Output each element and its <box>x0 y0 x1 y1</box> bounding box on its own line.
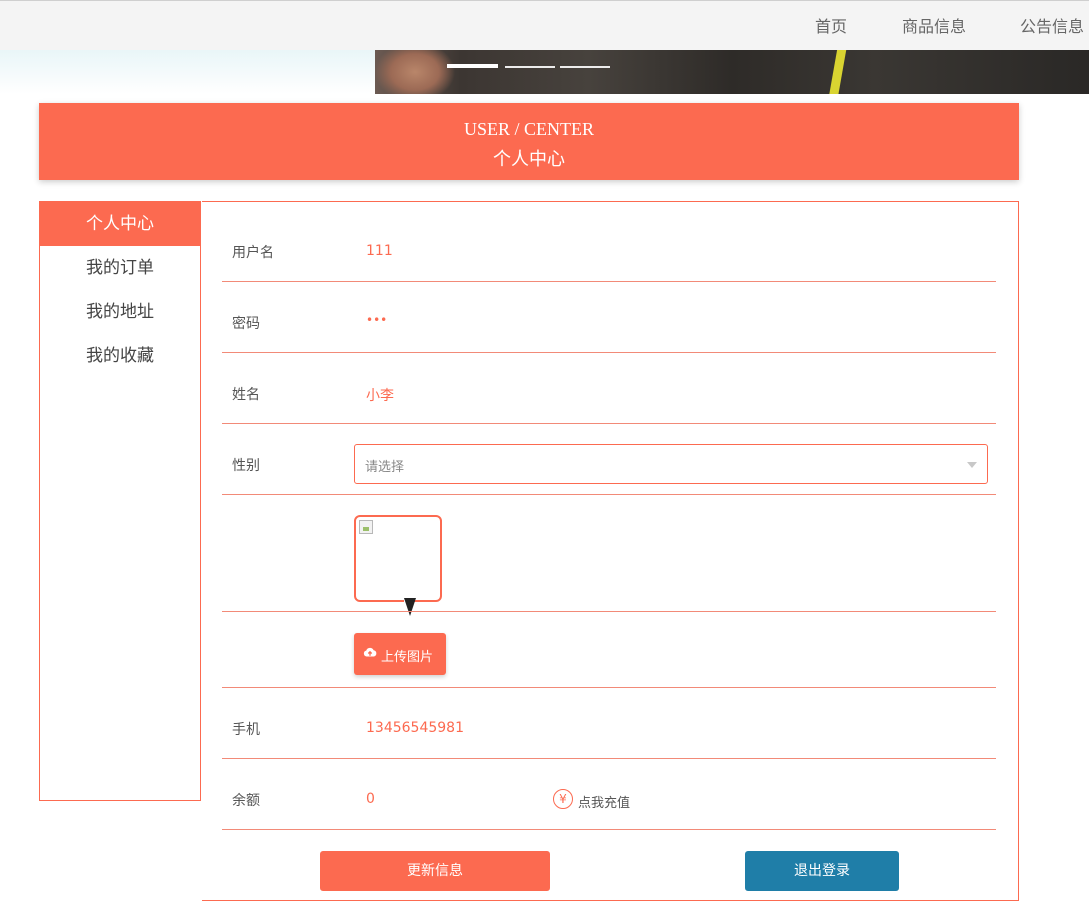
row-divider <box>222 829 996 830</box>
username-input[interactable]: 111 <box>366 243 393 259</box>
sidebar-item-profile[interactable]: 个人中心 <box>40 202 200 246</box>
carousel-indicator-1[interactable] <box>447 64 498 68</box>
row-divider <box>222 687 996 688</box>
nav-products[interactable]: 商品信息 <box>902 13 966 37</box>
name-label: 姓名 <box>232 387 260 403</box>
carousel-indicator-3[interactable] <box>560 66 610 68</box>
phone-label: 手机 <box>232 722 260 738</box>
gender-select[interactable]: 请选择 <box>354 444 988 484</box>
update-info-button[interactable]: 更新信息 <box>320 851 550 891</box>
sidebar-item-orders[interactable]: 我的订单 <box>40 246 200 290</box>
avatar-preview <box>354 515 442 602</box>
cloud-upload-icon <box>363 647 377 657</box>
sidebar: 个人中心 我的订单 我的地址 我的收藏 <box>39 201 201 801</box>
yen-icon[interactable]: ¥ <box>553 789 573 809</box>
row-divider <box>222 352 996 353</box>
upload-image-label: 上传图片 <box>381 650 434 665</box>
mouse-cursor-icon <box>404 598 416 616</box>
user-center-header: USER / CENTER 个人中心 <box>39 103 1019 180</box>
sidebar-item-addresses[interactable]: 我的地址 <box>40 290 200 334</box>
password-label: 密码 <box>232 316 260 332</box>
header-title-en: USER / CENTER <box>463 119 594 139</box>
broken-image-icon <box>359 520 373 534</box>
row-divider <box>222 494 996 495</box>
top-nav: 首页 商品信息 公告信息 <box>0 0 1089 50</box>
phone-input[interactable]: 13456545981 <box>366 720 464 736</box>
gender-label: 性别 <box>232 458 260 474</box>
recharge-link[interactable]: 点我充值 <box>578 792 630 811</box>
nav-notices[interactable]: 公告信息 <box>1020 13 1084 37</box>
gender-select-placeholder: 请选择 <box>365 460 405 475</box>
password-input[interactable]: ••• <box>366 313 387 327</box>
balance-value: 0 <box>366 791 375 807</box>
carousel-indicator-2[interactable] <box>505 66 555 68</box>
upload-image-button[interactable]: 上传图片 <box>354 633 446 675</box>
sidebar-item-favorites[interactable]: 我的收藏 <box>40 334 200 378</box>
username-label: 用户名 <box>232 245 274 261</box>
chevron-down-icon <box>967 462 977 468</box>
banner-left-background <box>0 50 375 94</box>
name-input[interactable]: 小李 <box>366 385 394 405</box>
header-title-cn: 个人中心 <box>493 149 565 169</box>
balance-label: 余额 <box>232 793 260 809</box>
logout-button[interactable]: 退出登录 <box>745 851 899 891</box>
nav-home[interactable]: 首页 <box>815 13 847 37</box>
banner-image-detail <box>818 50 864 94</box>
row-divider <box>222 281 996 282</box>
row-divider <box>222 423 996 424</box>
row-divider <box>222 758 996 759</box>
banner-image <box>375 50 1089 94</box>
row-divider <box>222 611 996 612</box>
